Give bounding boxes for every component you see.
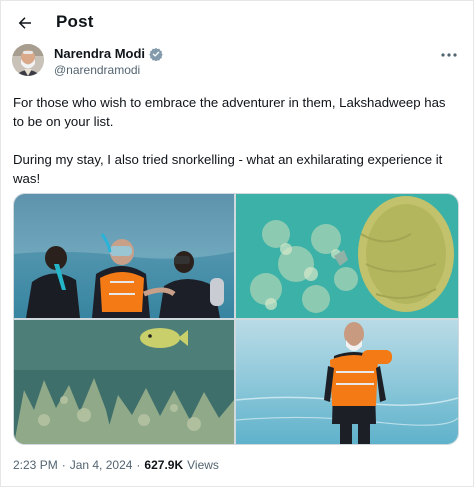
views-label: Views [187,458,219,472]
author-name[interactable]: Narendra Modi [54,46,145,61]
avatar[interactable] [12,44,44,76]
post-time[interactable]: 2:23 PM [13,458,58,472]
meta-separator: · [61,458,66,472]
tweet-paragraph: During my stay, I also tried snorkelling… [13,152,443,186]
tweet-paragraph: For those who wish to embrace the advent… [13,95,446,129]
photo-coral-fish[interactable] [14,320,234,444]
author-handle[interactable]: @narendramodi [54,63,140,77]
media-grid [13,193,459,445]
back-button[interactable] [12,10,38,36]
views-count[interactable]: 627.9K [144,458,183,472]
author-block: Narendra Modi @narendramodi [12,44,462,84]
post-meta: 2:23 PM · Jan 4, 2024 · 627.9K Views [13,458,219,472]
photo-snorkelling-guides[interactable] [14,194,234,318]
meta-separator: · [136,458,141,472]
author-name-row[interactable]: Narendra Modi [54,46,163,61]
arrow-left-icon [18,17,31,29]
photo-man-life-jacket[interactable] [236,320,458,444]
tweet-text: For those who wish to embrace the advent… [13,93,458,207]
post-date[interactable]: Jan 4, 2024 [70,458,133,472]
verified-badge-icon [149,47,163,61]
photo-coral-reef[interactable] [236,194,458,318]
more-horizontal-icon [441,53,457,57]
more-options-button[interactable] [440,48,458,62]
post-header: Post [0,0,474,46]
page-title: Post [56,12,94,31]
